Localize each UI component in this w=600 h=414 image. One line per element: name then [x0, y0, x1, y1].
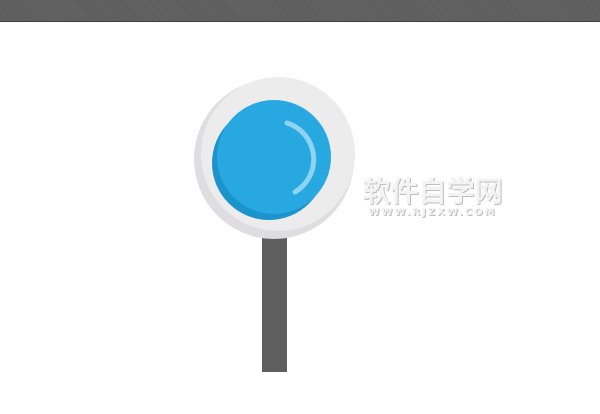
artboard: 软件自学网 WWW.RJZXW.COM — [0, 0, 600, 414]
lollipop-lens-icon — [194, 77, 355, 372]
handle-stick — [262, 236, 287, 372]
